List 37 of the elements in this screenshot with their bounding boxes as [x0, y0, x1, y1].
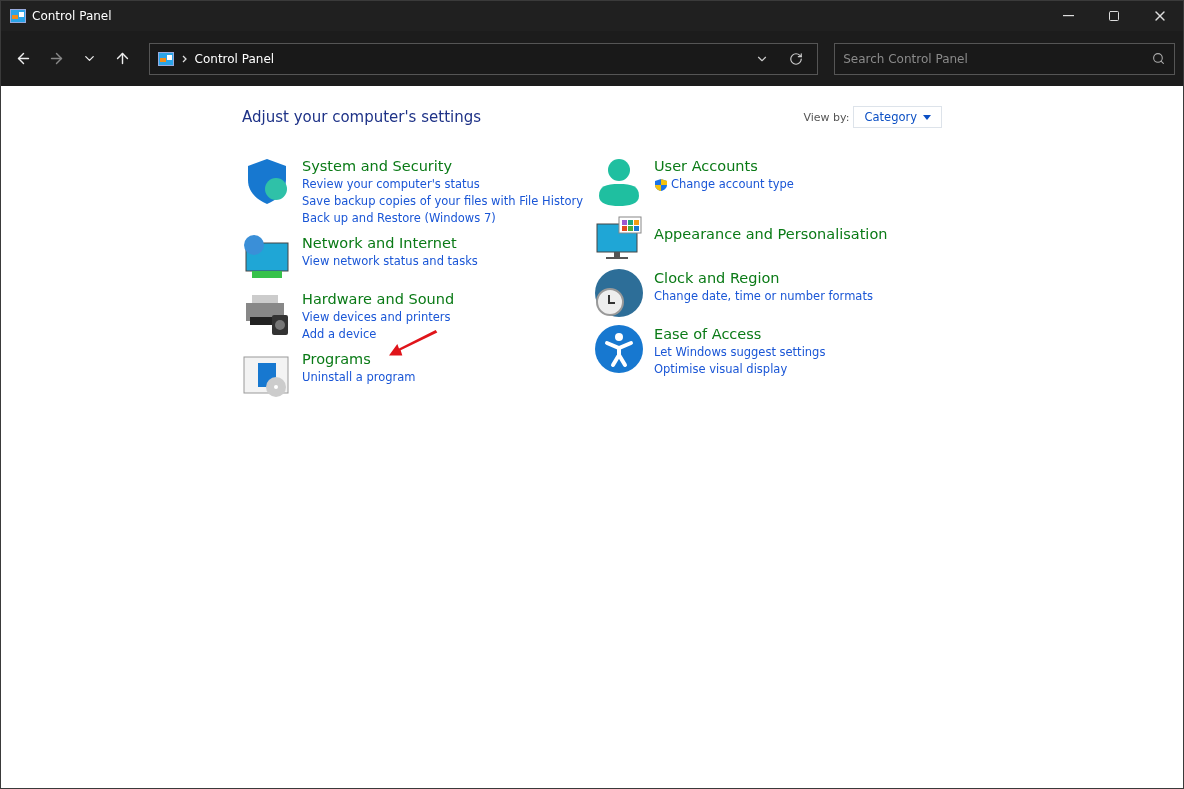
chevron-icon — [181, 54, 187, 63]
minimize-icon — [1062, 15, 1074, 17]
category-link[interactable]: Change date, time or number formats — [654, 288, 873, 305]
category-link[interactable]: Save backup copies of your files with File History — [302, 193, 583, 210]
control-panel-icon — [157, 51, 174, 66]
address-bar[interactable]: Control Panel — [148, 42, 819, 75]
refresh-icon — [789, 51, 804, 66]
category-link[interactable]: Let Windows suggest settings — [654, 344, 826, 361]
category-title[interactable]: Clock and Region — [654, 268, 873, 288]
category-title[interactable]: Ease of Access — [654, 324, 826, 344]
category-title[interactable]: System and Security — [302, 156, 583, 176]
shield-icon — [654, 177, 668, 192]
control-panel-icon — [10, 9, 26, 23]
category-title[interactable]: Programs — [302, 349, 416, 369]
search-field[interactable]: Search Control Panel — [834, 42, 1175, 75]
category-title[interactable]: Network and Internet — [302, 233, 478, 253]
page-heading: Adjust your computer's settings — [242, 108, 482, 126]
globe-clock-icon — [594, 268, 644, 318]
category-link[interactable]: View network status and tasks — [302, 253, 478, 270]
category-title[interactable]: User Accounts — [654, 156, 794, 176]
category-title[interactable]: Hardware and Sound — [302, 289, 455, 309]
category-link[interactable]: Change account type — [654, 176, 794, 193]
category-link[interactable]: Uninstall a program — [302, 369, 416, 386]
breadcrumb[interactable]: Control Panel — [194, 51, 742, 66]
caret-icon — [923, 114, 931, 120]
maximize-icon — [1108, 10, 1120, 22]
search-icon — [1151, 51, 1165, 65]
view-by-label: View by: — [803, 110, 850, 124]
view-by-dropdown[interactable]: Category — [853, 106, 942, 128]
window-title: Control Panel — [32, 9, 113, 23]
category-link[interactable]: View devices and printers — [302, 309, 455, 326]
category-link[interactable]: Optimise visual display — [654, 361, 826, 378]
category-link[interactable]: Back up and Restore (Windows 7) — [302, 210, 583, 227]
category-link[interactable]: Review your computer's status — [302, 176, 583, 193]
accessibility-icon — [594, 324, 644, 374]
category-link[interactable]: Add a device — [302, 326, 455, 343]
category-title[interactable]: Appearance and Personalisation — [654, 224, 888, 244]
